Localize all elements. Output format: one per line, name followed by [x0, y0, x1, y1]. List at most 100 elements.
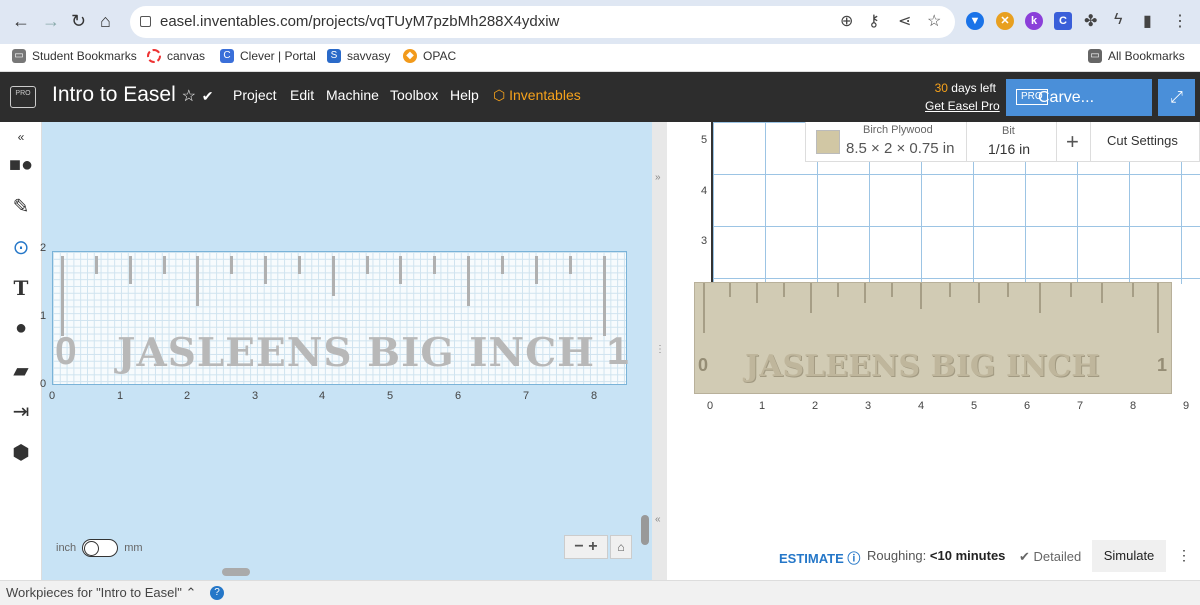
menu-edit[interactable]: Edit — [290, 87, 314, 103]
menu-help[interactable]: Help — [450, 87, 479, 103]
simulate-button[interactable]: Simulate — [1092, 540, 1166, 572]
menu-toolbox[interactable]: Toolbox — [390, 87, 438, 103]
more-options-icon[interactable]: ⋮ — [1177, 547, 1191, 564]
title-text: Intro to Easel — [52, 83, 176, 106]
board-tick — [1070, 283, 1072, 297]
project-title[interactable]: Intro to Easel ☆ ✔ — [52, 83, 214, 107]
unit-switch[interactable] — [82, 539, 119, 557]
material-name[interactable]: Birch Plywood — [863, 124, 933, 136]
shapes-icon[interactable]: ■● — [8, 152, 34, 178]
y-tick-label: 2 — [40, 242, 47, 254]
expand-icon[interactable]: ⤢ — [1158, 79, 1195, 116]
get-easel-pro-link[interactable]: Get Easel Pro — [925, 99, 1000, 113]
x-tick-label: 4 — [918, 400, 925, 412]
zoom-controls[interactable]: − + — [564, 535, 608, 559]
extension-x-icon[interactable]: ✕ — [996, 12, 1014, 30]
translate-icon[interactable]: ⊕ — [840, 11, 853, 31]
ruler-zero-text[interactable]: 0 — [55, 330, 77, 374]
add-bit-button[interactable]: + — [1066, 129, 1079, 155]
inventables-link[interactable]: ⬡ Inventables — [493, 87, 581, 104]
bit-value[interactable]: 1/16 in — [988, 141, 1030, 157]
expand-left-icon[interactable]: « — [655, 514, 661, 525]
menu-machine[interactable]: Machine — [326, 87, 379, 103]
workpieces-label[interactable]: Workpieces for "Intro to Easel" ⌃ — [6, 585, 196, 601]
board-tick — [729, 283, 731, 297]
unit-toggle[interactable]: inch mm — [56, 539, 143, 557]
bookmark-opac[interactable]: ◆ OPAC — [403, 49, 456, 63]
bookmark-clever[interactable]: C Clever | Portal — [220, 49, 316, 63]
y-tick-label: 3 — [701, 235, 708, 247]
bookmark-all[interactable]: ▭ All Bookmarks — [1088, 49, 1185, 63]
estimate-label[interactable]: ESTIMATE ⓘ — [779, 548, 860, 567]
ruler-tick — [163, 256, 166, 274]
bookmark-student[interactable]: ▭ Student Bookmarks — [12, 49, 137, 63]
x-tick-label: 5 — [387, 390, 394, 402]
extension-c-icon[interactable]: C — [1054, 12, 1072, 30]
extension-trash-icon[interactable]: ▼ — [966, 12, 984, 30]
browser-menu-icon[interactable]: ⋮ — [1172, 11, 1188, 31]
ruler-tick — [264, 256, 267, 284]
help-icon[interactable]: ? — [210, 586, 224, 600]
bookmark-canvas[interactable]: canvas — [147, 49, 205, 63]
workpiece-grid[interactable]: 0 JASLEENS BIG INCH 1 — [52, 251, 629, 385]
board-tick — [756, 283, 758, 303]
board-tick — [1039, 283, 1041, 313]
side-panel-icon[interactable]: ▮ — [1143, 11, 1152, 31]
ruler-text[interactable]: JASLEENS BIG INCH — [117, 330, 595, 376]
vertical-scrollbar[interactable] — [641, 515, 649, 545]
board-tick — [920, 283, 922, 309]
site-info-icon[interactable] — [140, 16, 151, 27]
url-text: easel.inventables.com/projects/vqTUyM7pz… — [160, 13, 560, 30]
collapse-chevron-icon[interactable]: « — [8, 124, 34, 150]
pen-icon[interactable]: ✎ — [8, 194, 34, 220]
extensions-puzzle-icon[interactable]: ✤ — [1084, 11, 1097, 31]
design-canvas[interactable]: 2 1 0 0 JASLEENS BIG INCH 1 0 1 2 3 4 5 … — [40, 122, 652, 580]
ruler-tick — [61, 256, 64, 336]
home-button[interactable]: ⌂ — [100, 11, 111, 31]
unit-mm-label: mm — [124, 542, 143, 554]
key-icon[interactable]: ⚷ — [868, 11, 880, 31]
cut-settings-button[interactable]: Cut Settings — [1107, 133, 1178, 148]
reload-button[interactable]: ↻ — [71, 11, 86, 31]
target-icon[interactable]: ⊙ — [8, 235, 34, 261]
ruler-tick — [129, 256, 132, 284]
material-size[interactable]: 8.5 × 2 × 0.75 in — [846, 140, 954, 157]
reset-view-home-icon[interactable]: ⌂ — [610, 535, 632, 559]
folder-icon: ▭ — [1088, 49, 1102, 63]
import-icon[interactable]: ⇥ — [8, 399, 34, 425]
address-bar[interactable]: easel.inventables.com/projects/vqTUyM7pz… — [130, 6, 955, 38]
share-icon[interactable]: ⋖ — [898, 11, 911, 31]
ruler-tick — [467, 256, 470, 306]
x-tick-label: 3 — [865, 400, 872, 412]
bookmark-star-icon[interactable]: ☆ — [927, 11, 941, 31]
favorite-star-icon[interactable]: ☆ — [182, 88, 196, 105]
clever-icon: C — [220, 49, 234, 63]
x-tick-label: 7 — [523, 390, 530, 402]
x-tick-label: 1 — [117, 390, 124, 402]
ruler-tick — [298, 256, 301, 274]
apple-icon[interactable]: ● — [8, 315, 34, 341]
pane-splitter[interactable]: » ⋮ « — [652, 122, 667, 580]
extension-k-icon[interactable]: k — [1025, 12, 1043, 30]
detailed-estimate[interactable]: ✔ Detailed — [1019, 549, 1081, 565]
forward-button[interactable]: → — [42, 11, 60, 31]
x-tick-label: 2 — [812, 400, 819, 412]
expand-right-icon[interactable]: » — [655, 172, 661, 183]
carve-button[interactable]: PRO Carve... — [1006, 79, 1152, 116]
material-swatch[interactable] — [816, 130, 840, 154]
workpieces-bar[interactable]: Workpieces for "Intro to Easel" ⌃ ? — [0, 580, 1200, 605]
drag-handle-icon[interactable]: ⋮ — [655, 344, 665, 355]
menu-project[interactable]: Project — [233, 87, 277, 103]
easel-logo[interactable]: PRO — [10, 86, 36, 108]
3d-cube-icon[interactable]: ⬢ — [8, 440, 34, 466]
board-zero-text: 0 — [698, 355, 709, 375]
horizontal-scrollbar[interactable] — [222, 568, 250, 576]
bookmark-savvasy[interactable]: Ssavvasy — [327, 49, 390, 63]
back-button[interactable]: ← — [12, 11, 30, 31]
extension-bolt-icon[interactable]: ϟ — [1114, 11, 1122, 29]
text-icon[interactable]: T — [8, 275, 34, 301]
apps-brick-icon[interactable]: ▰ — [8, 358, 34, 384]
ruler-one-text[interactable]: 1 — [607, 330, 629, 374]
3d-preview[interactable]: 5 4 3 0 JASLEENS BIG INCH 1 0 1 2 3 4 5 … — [667, 122, 1200, 580]
x-tick-label: 7 — [1077, 400, 1084, 412]
